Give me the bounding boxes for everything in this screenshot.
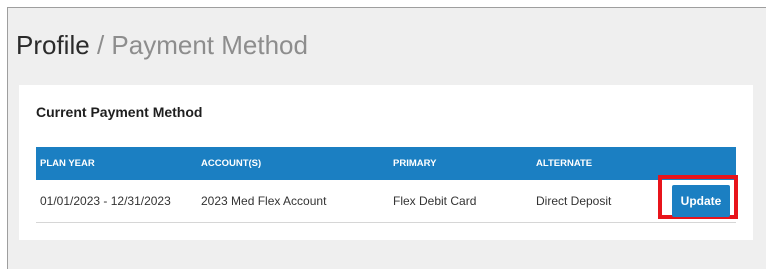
cell-primary: Flex Debit Card bbox=[393, 194, 477, 208]
header-plan-year: PLAN YEAR bbox=[40, 158, 95, 169]
header-accounts: ACCOUNT(S) bbox=[201, 158, 262, 169]
header-alternate: ALTERNATE bbox=[536, 158, 593, 169]
cell-alternate: Direct Deposit bbox=[536, 194, 612, 208]
payment-method-table: PLAN YEAR ACCOUNT(S) PRIMARY ALTERNATE 0… bbox=[36, 147, 738, 223]
header-primary: PRIMARY bbox=[393, 158, 437, 169]
cell-accounts: 2023 Med Flex Account bbox=[201, 194, 327, 208]
card-title: Current Payment Method bbox=[36, 104, 203, 120]
table-row: 01/01/2023 - 12/31/2023 2023 Med Flex Ac… bbox=[36, 175, 738, 223]
breadcrumb-payment-method: Payment Method bbox=[111, 30, 308, 60]
breadcrumb-separator: / bbox=[96, 30, 105, 60]
page-title: Profile / Payment Method bbox=[16, 30, 308, 60]
table-header: PLAN YEAR ACCOUNT(S) PRIMARY ALTERNATE bbox=[36, 147, 736, 180]
payment-method-card: Current Payment Method PLAN YEAR ACCOUNT… bbox=[19, 85, 753, 240]
cell-plan-year: 01/01/2023 - 12/31/2023 bbox=[40, 194, 171, 208]
breadcrumb-profile[interactable]: Profile bbox=[16, 30, 90, 60]
page-frame: Profile / Payment Method Current Payment… bbox=[7, 7, 766, 269]
update-button[interactable]: Update bbox=[672, 185, 730, 217]
